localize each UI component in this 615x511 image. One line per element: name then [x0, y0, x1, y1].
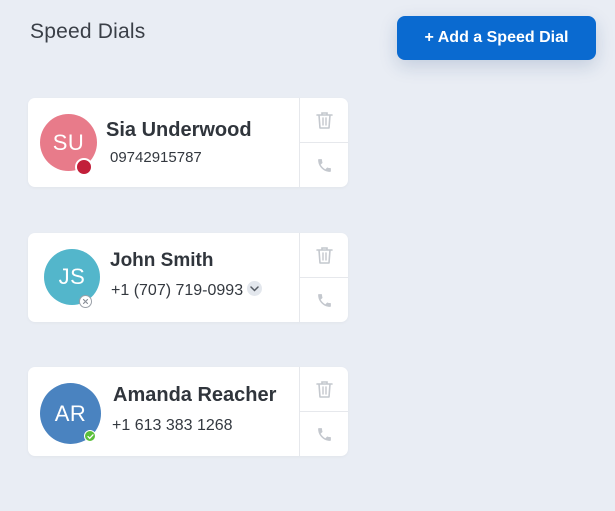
add-speed-dial-button[interactable]: + Add a Speed Dial — [397, 16, 596, 60]
contact-name: Amanda Reacher — [113, 384, 277, 406]
available-status-icon — [84, 430, 96, 442]
card-actions — [299, 233, 348, 322]
speed-dial-card: SU Sia Underwood 09742915787 — [28, 98, 348, 187]
avatar-initials: JS — [58, 264, 86, 289]
delete-button[interactable] — [300, 98, 348, 143]
busy-status-icon — [75, 158, 93, 176]
contact-name: John Smith — [110, 250, 214, 271]
avatar-initials: SU — [52, 129, 85, 155]
card-actions — [299, 367, 348, 456]
check-icon — [86, 433, 94, 439]
offline-status-icon — [79, 295, 92, 308]
phone-icon — [317, 293, 331, 307]
speed-dial-card: AR Amanda Reacher +1 613 383 1268 — [28, 367, 348, 456]
call-button[interactable] — [300, 143, 348, 187]
contact-phone: +1 613 383 1268 — [112, 417, 233, 434]
avatar-initials: AR — [54, 400, 87, 426]
page-title: Speed Dials — [30, 20, 146, 43]
phone-icon — [317, 427, 331, 441]
delete-button[interactable] — [300, 367, 348, 412]
contact-phone: +1 (707) 719-0993 — [111, 282, 244, 299]
trash-icon — [315, 111, 333, 129]
trash-icon — [315, 246, 333, 264]
contact-phone: 09742915787 — [110, 149, 202, 166]
contact-phone-row: +1 (707) 719-0993 — [111, 281, 263, 300]
trash-icon — [315, 380, 333, 398]
call-button[interactable] — [300, 278, 348, 322]
avatar: JS — [44, 249, 100, 305]
close-icon — [82, 298, 89, 305]
card-actions — [299, 98, 348, 187]
speed-dial-card: JS John Smith +1 (707) 719-0993 — [28, 233, 348, 322]
chevron-down-icon[interactable] — [247, 281, 263, 297]
call-button[interactable] — [300, 412, 348, 456]
delete-button[interactable] — [300, 233, 348, 278]
phone-icon — [317, 158, 331, 172]
contact-name: Sia Underwood — [106, 119, 252, 141]
